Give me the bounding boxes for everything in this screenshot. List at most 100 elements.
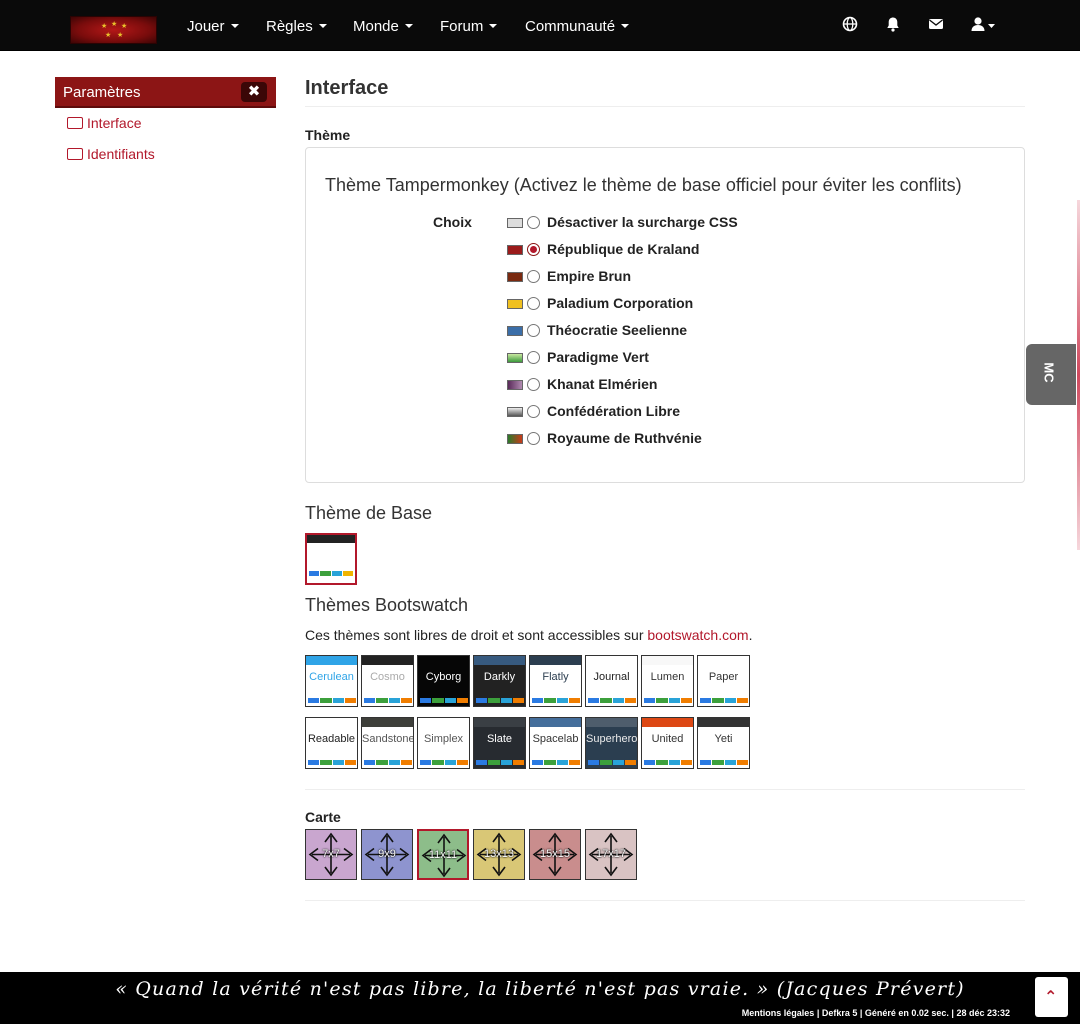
radio-button[interactable] <box>527 432 540 445</box>
sidebar-header: Paramètres ✖ <box>55 77 276 108</box>
mc-tab-label: MC <box>1041 362 1057 383</box>
option-label: République de Kraland <box>547 241 700 257</box>
kraland-flag-icon <box>507 245 523 255</box>
nav-jouer[interactable]: Jouer <box>187 18 239 35</box>
radio-button-checked[interactable] <box>527 243 540 256</box>
theme-thumb-superhero[interactable]: Superhero <box>585 717 638 769</box>
theme-thumb-spacelab[interactable]: Spacelab <box>529 717 582 769</box>
nav-regles[interactable]: Règles <box>266 18 327 35</box>
nav-communaute[interactable]: Communauté <box>525 18 630 35</box>
theme-thumb-paper[interactable]: Paper <box>697 655 750 707</box>
sidebar-item-identifiants[interactable]: Identifiants <box>67 146 155 162</box>
caret-down-icon <box>318 24 327 28</box>
thumb-navbar <box>586 718 637 727</box>
radio-button[interactable] <box>527 324 540 337</box>
radio-button[interactable] <box>527 270 540 283</box>
panel-heading: Thème Tampermonkey (Activez le thème de … <box>325 175 962 195</box>
thumb-navbar <box>698 718 749 727</box>
theocratie-flag-icon <box>507 326 523 336</box>
site-logo[interactable]: ★ ★ ★ ★ ★ <box>70 16 157 44</box>
nav-forum-label: Forum <box>440 18 484 35</box>
bell-icon[interactable] <box>885 16 903 34</box>
theme-name: Spacelab <box>532 733 579 745</box>
paradigme-flag-icon <box>507 353 523 363</box>
radio-button[interactable] <box>527 378 540 391</box>
theme-name: Cyborg <box>425 671 462 683</box>
radio-button[interactable] <box>527 216 540 229</box>
thumb-buttons <box>700 760 748 765</box>
divider <box>305 106 1025 107</box>
theme-thumb-journal[interactable]: Journal <box>585 655 638 707</box>
thumb-buttons <box>308 698 356 703</box>
mc-side-tab[interactable]: MC <box>1026 344 1076 405</box>
map-size-label: 17x17 <box>596 848 626 860</box>
theme-thumb-cerulean[interactable]: Cerulean <box>305 655 358 707</box>
nav-forum[interactable]: Forum <box>440 18 498 35</box>
thumb-buttons <box>420 760 468 765</box>
thumb-buttons <box>364 760 412 765</box>
id-card-icon <box>67 148 83 160</box>
radio-button[interactable] <box>527 351 540 364</box>
theme-thumb-cyborg[interactable]: Cyborg <box>417 655 470 707</box>
option-label: Désactiver la surcharge CSS <box>547 214 738 230</box>
scroll-to-top-button[interactable]: ⌃ <box>1035 977 1068 1017</box>
nav-monde[interactable]: Monde <box>353 18 413 35</box>
theme-thumb-sandstone[interactable]: Sandstone <box>361 717 414 769</box>
theme-thumb-lumen[interactable]: Lumen <box>641 655 694 707</box>
nav-regles-label: Règles <box>266 18 313 35</box>
thumb-navbar <box>586 656 637 665</box>
footer-info[interactable]: Mentions légales | Defkra 5 | Généré en … <box>742 1008 1010 1018</box>
globe-icon[interactable] <box>842 16 860 34</box>
thumb-navbar <box>530 718 581 727</box>
thumb-navbar <box>362 718 413 727</box>
base-theme-thumbnail[interactable] <box>305 533 357 585</box>
theme-name: Slate <box>486 733 513 745</box>
theme-name: Paper <box>708 671 739 683</box>
thumb-buttons <box>588 760 636 765</box>
thumb-navbar <box>642 656 693 665</box>
paladium-flag-icon <box>507 299 523 309</box>
radio-button[interactable] <box>527 405 540 418</box>
sidebar-item-label: Identifiants <box>87 146 155 162</box>
theme-thumb-simplex[interactable]: Simplex <box>417 717 470 769</box>
theme-thumb-slate[interactable]: Slate <box>473 717 526 769</box>
map-size-9x9[interactable]: 9x9 <box>361 829 413 880</box>
choix-label: Choix <box>433 214 472 230</box>
map-size-15x15[interactable]: 15x15 <box>529 829 581 880</box>
thumb-buttons <box>644 760 692 765</box>
theme-thumb-readable[interactable]: Readable <box>305 717 358 769</box>
map-size-label: 15x15 <box>540 848 570 860</box>
map-size-label: 11x11 <box>428 849 458 861</box>
caret-down-icon <box>404 24 413 28</box>
thumb-buttons <box>644 698 692 703</box>
theme-thumb-yeti[interactable]: Yeti <box>697 717 750 769</box>
page-title: Interface <box>305 77 389 99</box>
nav-jouer-label: Jouer <box>187 18 225 35</box>
ruthvenie-flag-icon <box>507 434 523 444</box>
thumb-navbar <box>474 656 525 665</box>
nav-communaute-label: Communauté <box>525 18 616 35</box>
thumb-navbar <box>474 718 525 727</box>
map-size-label: 13x13 <box>484 848 514 860</box>
caret-down-icon <box>621 24 630 28</box>
map-size-13x13[interactable]: 13x13 <box>473 829 525 880</box>
option-label: Khanat Elmérien <box>547 376 658 392</box>
sidebar-item-interface[interactable]: Interface <box>67 115 141 131</box>
theme-thumb-darkly[interactable]: Darkly <box>473 655 526 707</box>
theme-thumb-united[interactable]: United <box>641 717 694 769</box>
theme-thumb-cosmo[interactable]: Cosmo <box>361 655 414 707</box>
carte-section-label: Carte <box>305 809 341 825</box>
close-icon[interactable]: ✖ <box>241 82 267 102</box>
envelope-icon[interactable] <box>928 16 946 34</box>
theme-thumb-flatly[interactable]: Flatly <box>529 655 582 707</box>
user-menu-icon[interactable] <box>971 16 997 34</box>
sidebar-title: Paramètres <box>63 84 141 101</box>
radio-button[interactable] <box>527 297 540 310</box>
bootswatch-link[interactable]: bootswatch.com <box>647 627 748 643</box>
bootswatch-description: Ces thèmes sont libres de droit et sont … <box>305 627 752 643</box>
map-size-7x7[interactable]: 7x7 <box>305 829 357 880</box>
theme-name: Yeti <box>714 733 733 745</box>
map-size-11x11[interactable]: 11x11 <box>417 829 469 880</box>
map-size-17x17[interactable]: 17x17 <box>585 829 637 880</box>
option-label: Confédération Libre <box>547 403 681 419</box>
